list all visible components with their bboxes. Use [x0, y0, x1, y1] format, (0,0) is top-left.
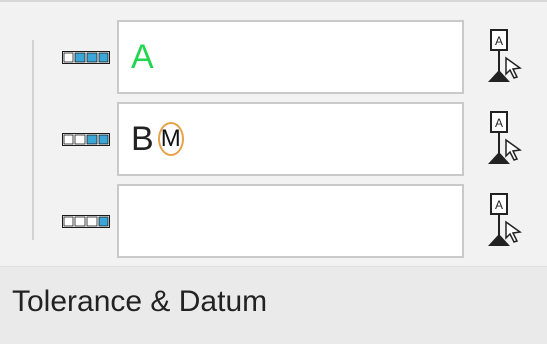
datum-row-1: A A: [0, 20, 547, 94]
mmc-modifier-icon: M: [157, 122, 184, 156]
datum-field-3[interactable]: [117, 184, 464, 258]
datum-field-1[interactable]: A: [117, 20, 464, 94]
section-title: Tolerance & Datum: [12, 285, 268, 318]
frame-segments-icon: [62, 51, 110, 64]
datum-pick-icon[interactable]: A: [486, 192, 530, 250]
svg-text:A: A: [495, 198, 503, 212]
datum-value-2: B: [131, 119, 154, 158]
datum-row-3: A: [0, 184, 547, 258]
frame-segments-icon: [62, 133, 110, 146]
svg-text:A: A: [495, 116, 503, 130]
section-footer: Tolerance & Datum: [0, 266, 547, 344]
datum-field-2[interactable]: B M: [117, 102, 464, 176]
datum-value-1: A: [131, 37, 154, 76]
tolerance-datum-panel: A A B M A A Tolerance & Datum: [0, 0, 547, 344]
datum-row-2: B M A: [0, 102, 547, 176]
svg-text:A: A: [495, 34, 503, 48]
datum-pick-icon[interactable]: A: [486, 28, 530, 86]
datum-pick-icon[interactable]: A: [486, 110, 530, 168]
top-divider: [0, 0, 547, 2]
frame-segments-icon: [62, 215, 110, 228]
